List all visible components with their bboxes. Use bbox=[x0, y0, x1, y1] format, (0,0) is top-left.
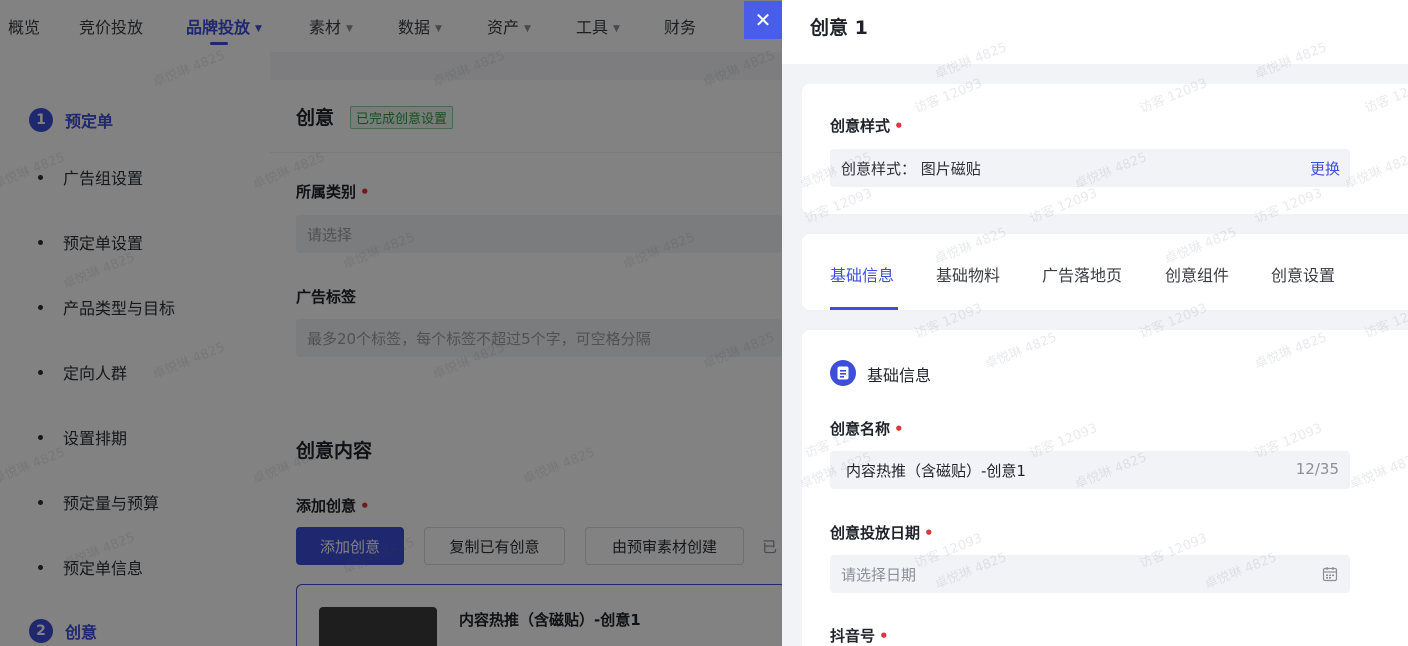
tab-basic-material[interactable]: 基础物料 bbox=[936, 262, 1000, 286]
calendar-icon bbox=[1322, 567, 1338, 582]
tab-landing-page[interactable]: 广告落地页 bbox=[1042, 262, 1122, 286]
document-icon bbox=[830, 360, 856, 386]
input-placeholder: 请选择日期 bbox=[841, 566, 917, 584]
douyin-label: 抖音号 • bbox=[830, 625, 889, 646]
date-picker-input[interactable]: 请选择日期 bbox=[830, 555, 1350, 593]
label-text: 创意名称 bbox=[830, 420, 891, 438]
modal-overlay[interactable] bbox=[0, 0, 782, 646]
tab-creative-component[interactable]: 创意组件 bbox=[1165, 262, 1229, 286]
required-mark: • bbox=[924, 524, 934, 542]
creative-name-input[interactable]: 内容热推（含磁贴）-创意1 12/35 bbox=[830, 451, 1350, 489]
name-label: 创意名称 • bbox=[830, 418, 904, 439]
tab-creative-settings[interactable]: 创意设置 bbox=[1271, 262, 1335, 286]
drawer-tabs: 基础信息 基础物料 广告落地页 创意组件 创意设置 bbox=[802, 234, 1408, 310]
required-mark: • bbox=[894, 420, 904, 438]
label-text: 抖音号 bbox=[830, 627, 876, 645]
style-value: 创意样式： 图片磁贴 bbox=[841, 160, 981, 178]
style-label: 创意样式 • bbox=[830, 115, 904, 136]
section-heading: 基础信息 bbox=[867, 366, 932, 385]
creative-style-card: 创意样式 • 创意样式： 图片磁贴 更换 bbox=[802, 84, 1408, 214]
tab-active-underline bbox=[830, 307, 898, 310]
input-value: 内容热推（含磁贴）-创意1 bbox=[846, 462, 1026, 480]
drawer-header: 创意 1 bbox=[782, 0, 1408, 64]
basic-info-card: 基础信息 创意名称 • 内容热推（含磁贴）-创意1 12/35 创意投放日期 • 请… bbox=[802, 330, 1408, 646]
required-mark: • bbox=[894, 117, 904, 135]
style-select-box: 创意样式： 图片磁贴 更换 bbox=[830, 149, 1350, 187]
close-icon[interactable]: ✕ bbox=[744, 1, 782, 39]
date-label: 创意投放日期 • bbox=[830, 522, 934, 543]
tab-basic-info[interactable]: 基础信息 bbox=[830, 262, 894, 286]
label-text: 创意样式 bbox=[830, 117, 891, 135]
change-style-link[interactable]: 更换 bbox=[1310, 158, 1340, 179]
drawer-title: 创意 1 bbox=[810, 17, 868, 39]
creative-drawer: 创意 1 创意样式 • 创意样式： 图片磁贴 更换 基础信息 基础物料 广告落地页… bbox=[782, 0, 1408, 646]
required-mark: • bbox=[879, 627, 889, 645]
label-text: 创意投放日期 bbox=[830, 524, 921, 542]
char-counter: 12/35 bbox=[1295, 460, 1339, 478]
